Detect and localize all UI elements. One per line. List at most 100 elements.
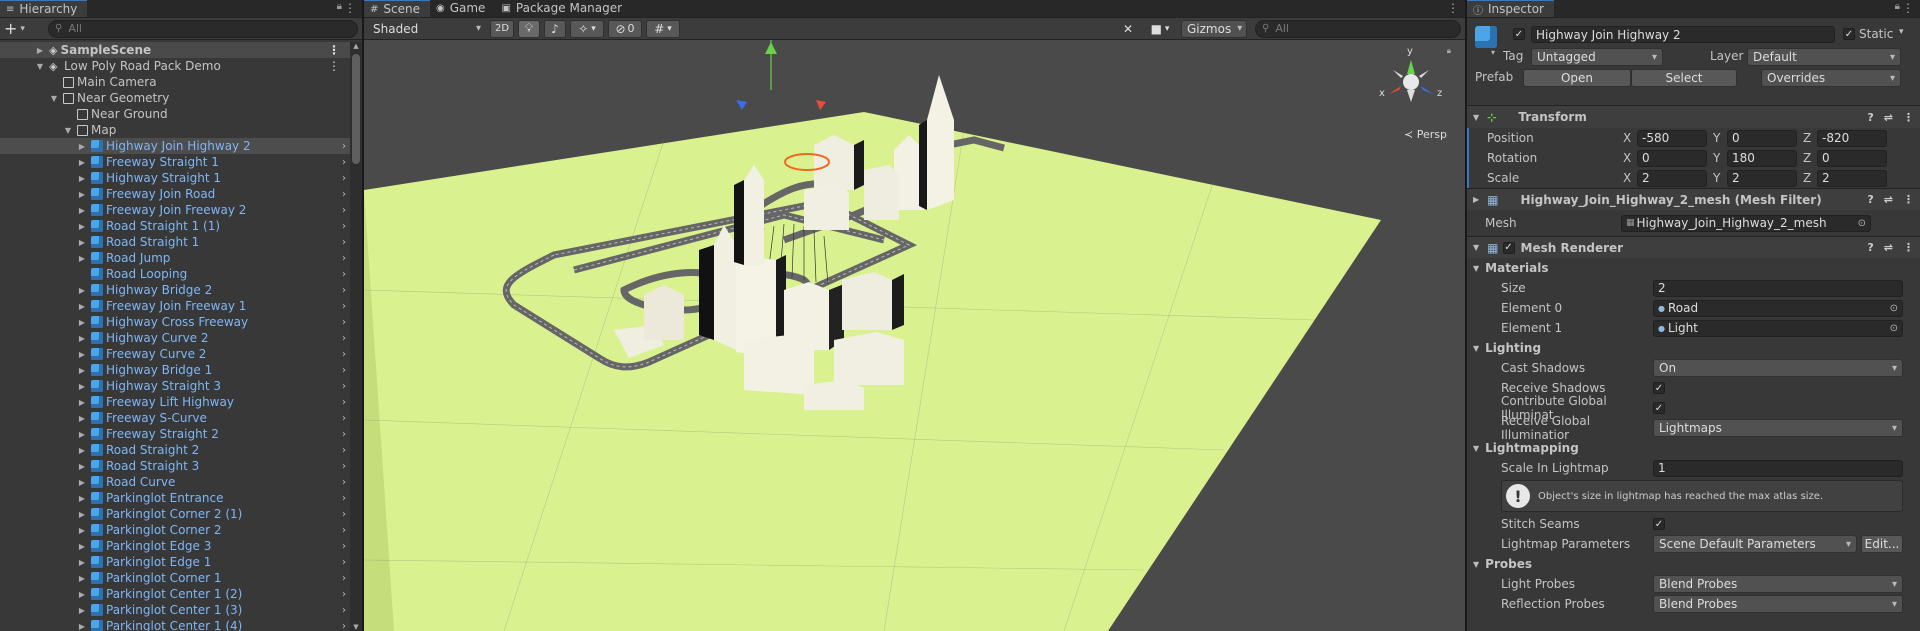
tab-inspector[interactable]: ⓘ Inspector (1467, 0, 1554, 17)
chevron-right-icon[interactable]: › (342, 573, 346, 584)
hierarchy-prefab-item[interactable]: ▶ Road Jump › (0, 250, 350, 266)
hierarchy-prefab-item[interactable]: ▶ Road Straight 2 › (0, 442, 350, 458)
layer-dropdown[interactable]: Default (1747, 48, 1901, 66)
prefab-overrides-dropdown[interactable]: Overrides (1761, 69, 1901, 87)
hierarchy-prefab-item[interactable]: Road Looping › (0, 266, 350, 282)
chevron-right-icon[interactable]: › (342, 397, 346, 408)
expand-arrow-icon[interactable]: ▶ (76, 462, 88, 471)
hierarchy-prefab-item[interactable]: ▶ Highway Bridge 2 › (0, 282, 350, 298)
expand-arrow-icon[interactable]: ▶ (76, 286, 88, 295)
hierarchy-item[interactable]: Main Camera (0, 74, 350, 90)
hierarchy-prefab-item[interactable]: ▶ Freeway Straight 1 › (0, 154, 350, 170)
chevron-right-icon[interactable]: › (342, 157, 346, 168)
expand-arrow-icon[interactable]: ▶ (76, 142, 88, 151)
expand-arrow-icon[interactable]: ▶ (1473, 195, 1479, 204)
chevron-right-icon[interactable]: › (342, 413, 346, 424)
tab-scene[interactable]: # Scene (364, 0, 430, 17)
chevron-right-icon[interactable]: › (342, 221, 346, 232)
chevron-right-icon[interactable]: › (342, 509, 346, 520)
chevron-down-icon[interactable]: ▾ (1899, 27, 1904, 37)
rotation-x-field[interactable]: 0 (1637, 149, 1707, 167)
expand-arrow-icon[interactable]: ▼ (1473, 243, 1479, 252)
expand-arrow-icon[interactable]: ▶ (76, 254, 88, 263)
expand-arrow-icon[interactable]: ▶ (76, 526, 88, 535)
lighting-section[interactable]: ▼ Lighting (1467, 338, 1920, 358)
element1-object-field[interactable]: ● Light ⊙ (1653, 319, 1903, 337)
expand-arrow-icon[interactable]: ▼ (34, 62, 46, 71)
menu-icon[interactable]: ⋮ (344, 1, 356, 15)
grid-dropdown[interactable]: # ▾ (646, 19, 680, 38)
hierarchy-prefab-item[interactable]: ▶ Road Straight 3 › (0, 458, 350, 474)
expand-arrow-icon[interactable]: ▼ (1473, 444, 1479, 453)
expand-arrow-icon[interactable]: ▶ (76, 494, 88, 503)
expand-arrow-icon[interactable]: ▶ (76, 222, 88, 231)
expand-arrow-icon[interactable]: ▼ (1473, 264, 1479, 273)
chevron-right-icon[interactable]: › (342, 269, 346, 280)
toggle-2d-button[interactable]: 2D (490, 19, 514, 38)
chevron-right-icon[interactable]: › (342, 541, 346, 552)
object-picker-icon[interactable]: ⊙ (1890, 303, 1898, 314)
chevron-right-icon[interactable]: › (342, 141, 346, 152)
add-button[interactable]: + ▾ (4, 19, 44, 38)
materials-size-field[interactable]: 2 (1653, 279, 1903, 297)
enabled-checkbox[interactable]: ✓ (1502, 241, 1515, 254)
object-picker-icon[interactable]: ⊙ (1890, 323, 1898, 334)
active-checkbox[interactable]: ✓ (1513, 28, 1525, 40)
hierarchy-prefab-item[interactable]: ▶ Highway Join Highway 2 › (0, 138, 350, 154)
expand-arrow-icon[interactable]: ▶ (76, 558, 88, 567)
chevron-right-icon[interactable]: › (342, 333, 346, 344)
cast-shadows-dropdown[interactable]: On (1653, 359, 1903, 377)
hierarchy-prefab-item[interactable]: ▶ Highway Straight 3 › (0, 378, 350, 394)
scale-z-field[interactable]: 2 (1817, 169, 1887, 187)
expand-arrow-icon[interactable]: ▶ (76, 414, 88, 423)
expand-arrow-icon[interactable]: ▶ (76, 478, 88, 487)
scroll-thumb[interactable] (352, 54, 360, 164)
hierarchy-prefab-item[interactable]: ▶ Freeway Join Freeway 1 › (0, 298, 350, 314)
expand-arrow-icon[interactable]: ▶ (76, 302, 88, 311)
chevron-right-icon[interactable]: › (342, 525, 346, 536)
chevron-right-icon[interactable]: › (342, 365, 346, 376)
expand-arrow-icon[interactable]: ▶ (76, 350, 88, 359)
receive-gi-dropdown[interactable]: Lightmaps (1653, 419, 1903, 437)
hierarchy-prefab-item[interactable]: ▶ Parkinglot Corner 2 › (0, 522, 350, 538)
hierarchy-prefab-item[interactable]: ▶ Road Straight 1 (1) › (0, 218, 350, 234)
expand-arrow-icon[interactable]: ▼ (48, 94, 60, 103)
shading-mode-dropdown[interactable]: Shaded (368, 20, 486, 38)
stitch-seams-checkbox[interactable]: ✓ (1653, 518, 1665, 530)
lightmap-params-dropdown[interactable]: Scene Default Parameters (1653, 535, 1857, 553)
hierarchy-prefab-item[interactable]: ▶ Parkinglot Center 1 (3) › (0, 602, 350, 618)
expand-arrow-icon[interactable]: ▼ (1473, 344, 1479, 353)
probes-section[interactable]: ▼ Probes (1467, 554, 1920, 574)
chevron-right-icon[interactable]: › (342, 477, 346, 488)
chevron-right-icon[interactable]: › (342, 237, 346, 248)
chevron-right-icon[interactable]: › (342, 189, 346, 200)
position-y-field[interactable]: 0 (1727, 129, 1797, 147)
tab-game[interactable]: ◉ Game (429, 0, 496, 17)
hierarchy-prefab-item[interactable]: ▶ Parkinglot Edge 3 › (0, 538, 350, 554)
expand-arrow-icon[interactable]: ▼ (1473, 113, 1479, 122)
rotation-z-field[interactable]: 0 (1817, 149, 1887, 167)
hierarchy-prefab-item[interactable]: ▶ Parkinglot Center 1 (2) › (0, 586, 350, 602)
static-checkbox[interactable]: ✓ (1843, 28, 1855, 40)
object-name-field[interactable]: Highway Join Highway 2 (1531, 26, 1835, 43)
expand-arrow-icon[interactable]: ▶ (76, 590, 88, 599)
expand-arrow-icon[interactable]: ▶ (76, 206, 88, 215)
element0-object-field[interactable]: ● Road ⊙ (1653, 299, 1903, 317)
expand-arrow-icon[interactable]: ▶ (76, 446, 88, 455)
hierarchy-item[interactable]: ▼ Near Geometry (0, 90, 350, 106)
hierarchy-item[interactable]: ▼ Map (0, 122, 350, 138)
position-z-field[interactable]: -820 (1817, 129, 1887, 147)
hierarchy-prefab-item[interactable]: ▶ Freeway S-Curve › (0, 410, 350, 426)
expand-arrow-icon[interactable]: ▼ (1473, 560, 1479, 569)
help-icon[interactable]: ? (1867, 241, 1873, 254)
expand-arrow-icon[interactable]: ▶ (76, 318, 88, 327)
chevron-right-icon[interactable]: › (342, 205, 346, 216)
expand-arrow-icon[interactable]: ▶ (76, 430, 88, 439)
hierarchy-prefab-item[interactable]: ▶ Highway Cross Freeway › (0, 314, 350, 330)
chevron-right-icon[interactable]: › (342, 301, 346, 312)
tools-button[interactable]: ✕ (1117, 20, 1139, 38)
audio-toggle[interactable]: ♪ (544, 19, 566, 38)
position-x-field[interactable]: -580 (1637, 129, 1707, 147)
hierarchy-prefab-item[interactable]: ▶ Highway Bridge 1 › (0, 362, 350, 378)
scene-row[interactable]: ▶ ◈ SampleScene ⋮ (0, 42, 350, 58)
